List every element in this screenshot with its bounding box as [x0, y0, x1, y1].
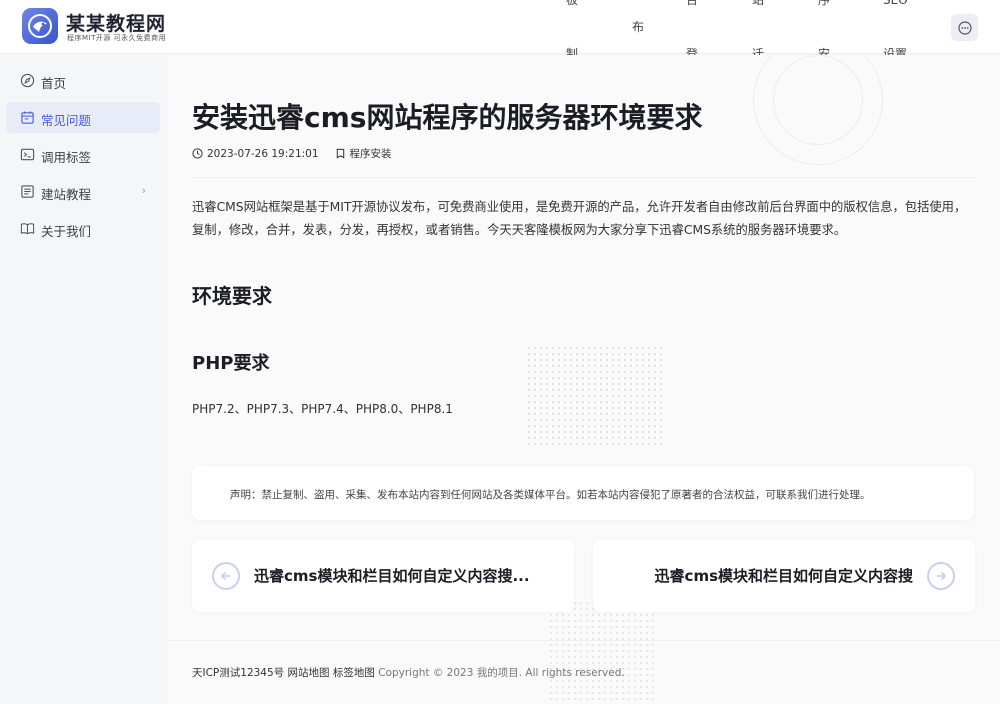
article-title: 安装迅睿cms网站程序的服务器环境要求 — [192, 101, 703, 134]
clock-icon — [192, 148, 203, 159]
next-article-card[interactable]: 迅睿cms模块和栏目如何自定义内容搜 — [593, 540, 975, 612]
footer-divider — [168, 640, 1000, 641]
decorative-dots — [526, 345, 666, 445]
sidebar-item-about[interactable]: 关于我们 — [6, 213, 160, 244]
footer-copyright: Copyright © 2023 我的项目. All rights reserv… — [378, 667, 625, 679]
article-category[interactable]: 程序安装 — [335, 146, 392, 161]
sidebar-item-label: 首页 — [41, 76, 67, 91]
decorative-dots — [548, 600, 658, 704]
arrow-right-icon — [937, 571, 947, 581]
document-icon — [21, 185, 34, 198]
terminal-icon — [20, 148, 35, 161]
logo-bird-icon — [28, 14, 52, 38]
arrow-left-icon — [220, 571, 230, 581]
more-menu-button[interactable] — [951, 14, 978, 41]
footer-icp-link[interactable]: 天ICP测试12345号 — [192, 667, 284, 679]
next-article-title[interactable]: 迅睿cms模块和栏目如何自定义内容搜 — [655, 565, 913, 586]
calendar-icon — [21, 111, 34, 124]
book-icon — [20, 223, 35, 235]
divider — [192, 177, 976, 178]
footer-tagmap-link[interactable]: 标签地图 — [333, 667, 375, 679]
sidebar-item-label: 建站教程 — [41, 187, 92, 202]
php-versions: PHP7.2、PHP7.3、PHP7.4、PHP8.0、PHP8.1 — [192, 402, 453, 416]
main-content: 安装迅睿cms网站程序的服务器环境要求 2023-07-26 19:21:01 … — [168, 55, 1000, 704]
sidebar-item-tags[interactable]: 调用标签 — [6, 139, 160, 170]
compass-icon — [20, 73, 35, 88]
site-title[interactable]: 某某教程网 — [66, 9, 166, 36]
site-slogan: 程序MIT开源 可永久免费商用 — [67, 34, 167, 42]
footer: 天ICP测试12345号 网站地图 标签地图 Copyright © 2023 … — [192, 665, 625, 680]
chevron-right-icon: › — [141, 184, 146, 197]
sidebar-item-label: 常见问题 — [41, 113, 92, 128]
subsection-heading: PHP要求 — [192, 353, 270, 374]
next-arrow-button[interactable] — [927, 562, 955, 590]
top-header: 某某教程网 程序MIT开源 可永久免费商用 模板制作 瀑布流 后台登录 网站迁移… — [0, 0, 1000, 115]
sidebar-item-label: 调用标签 — [41, 150, 92, 165]
article-meta: 2023-07-26 19:21:01 程序安装 — [192, 146, 392, 161]
decorative-circle — [773, 55, 863, 145]
sidebar-item-home[interactable]: 首页 — [6, 65, 160, 96]
more-dots-icon — [957, 20, 972, 35]
sidebar-item-faq[interactable]: 常见问题 — [6, 102, 160, 133]
prev-article-card[interactable]: 迅睿cms模块和栏目如何自定义内容搜... — [192, 540, 574, 612]
notice-text: 声明：禁止复制、盗用、采集、发布本站内容到任何网站及各类媒体平台。如若本站内容侵… — [230, 489, 871, 501]
prev-arrow-button[interactable] — [212, 562, 240, 590]
sidebar-item-tutorial[interactable]: 建站教程 › — [6, 176, 160, 207]
prev-article-title[interactable]: 迅睿cms模块和栏目如何自定义内容搜... — [254, 565, 530, 586]
article-intro: 迅睿CMS网站框架是基于MIT开源协议发布，可免费商业使用，是免费开源的产品，允… — [192, 200, 967, 237]
article-category-label: 程序安装 — [349, 148, 392, 160]
site-logo[interactable] — [22, 8, 58, 44]
bookmark-icon — [336, 148, 344, 159]
section-heading: 环境要求 — [192, 284, 272, 308]
footer-sitemap-link[interactable]: 网站地图 — [288, 667, 330, 679]
article-date: 2023-07-26 19:21:01 — [207, 147, 319, 160]
sidebar: 首页 常见问题 调用标签 建站教程 › 关于我们 — [0, 55, 168, 704]
copyright-notice: 声明：禁止复制、盗用、采集、发布本站内容到任何网站及各类媒体平台。如若本站内容侵… — [192, 466, 974, 520]
sidebar-item-label: 关于我们 — [41, 224, 92, 239]
